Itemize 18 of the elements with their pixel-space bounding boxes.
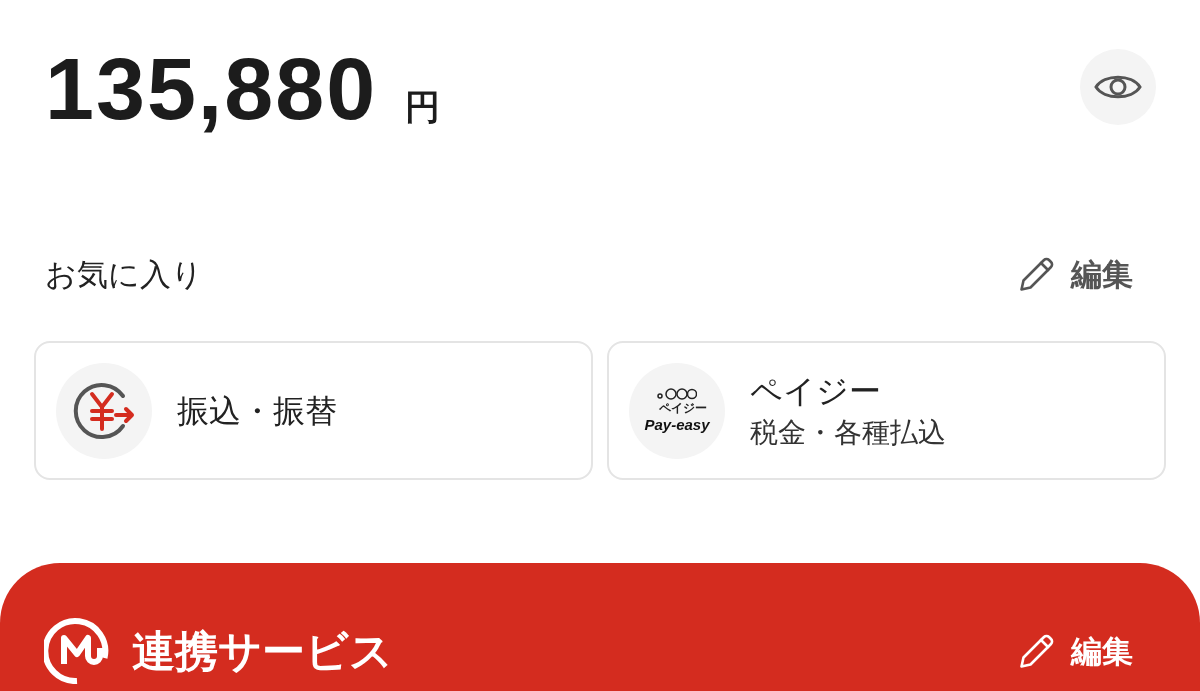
circles-icon (657, 387, 697, 401)
balance-amount: 135,880 (45, 45, 378, 133)
currency-label: 円 (405, 89, 441, 124)
section-title: 連携サービス (132, 629, 393, 673)
card-title: ペイジー (750, 371, 882, 411)
favorite-card[interactable]: 振込・振替 (34, 341, 593, 480)
section-title: お気に入り (45, 258, 203, 290)
logo-caption: ペイジー (659, 401, 707, 416)
circle-logo-icon (44, 618, 110, 684)
favorite-card[interactable]: ペイジー Pay-easy ペイジー 税金・各種払込 (607, 341, 1166, 480)
card-subtitle: 税金・各種払込 (750, 415, 946, 450)
pencil-icon (1019, 256, 1055, 292)
logo-text: Pay-easy (644, 416, 710, 434)
edit-button[interactable]: 編集 (1019, 633, 1133, 669)
edit-button[interactable]: 編集 (1019, 256, 1133, 292)
yen-transfer-icon (56, 362, 152, 459)
pencil-icon (1019, 633, 1055, 669)
card-title: 振込・振替 (177, 391, 337, 431)
